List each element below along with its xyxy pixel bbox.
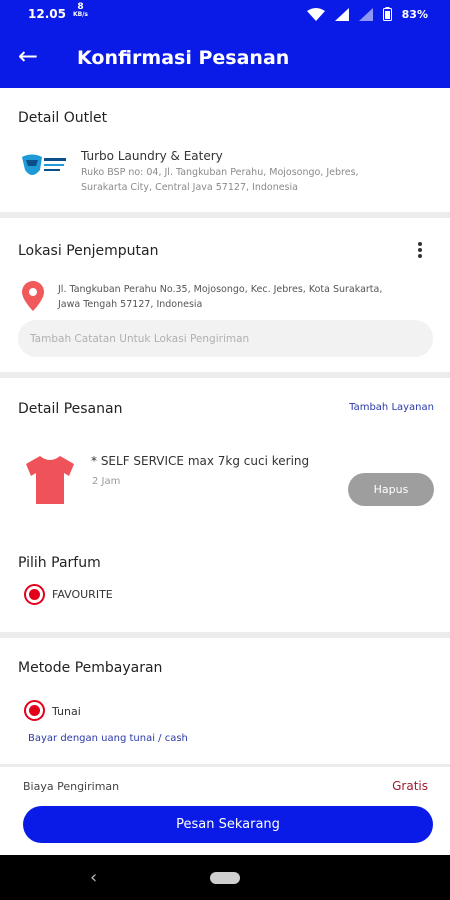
order-now-button[interactable]: Pesan Sekarang — [23, 806, 433, 843]
battery-icon — [382, 7, 392, 21]
nav-home-pill-icon[interactable] — [210, 872, 240, 884]
network-speed: 8 KB/s — [73, 3, 88, 19]
remove-item-button[interactable]: Hapus — [348, 473, 434, 506]
back-arrow-icon[interactable]: ← — [18, 42, 38, 70]
network-speed-unit: KB/s — [73, 11, 88, 18]
tshirt-icon — [26, 456, 74, 504]
pickup-address: Jl. Tangkuban Perahu No.35, Mojosongo, K… — [58, 284, 383, 310]
section-divider — [0, 372, 450, 378]
outlet-address: Ruko BSP no: 04, Jl. Tangkuban Perahu, M… — [81, 167, 359, 193]
perfume-radio-selected[interactable] — [24, 584, 45, 605]
battery-level: 83% — [401, 7, 428, 21]
service-item-duration: 2 Jam — [92, 476, 121, 487]
status-bar: 12.05 8 KB/s 83% — [0, 0, 450, 30]
payment-option-label: Tunai — [52, 705, 81, 718]
section-divider — [0, 764, 450, 767]
payment-description: Bayar dengan uang tunai / cash — [28, 733, 188, 744]
pickup-note-input[interactable] — [18, 320, 433, 357]
shipping-fee-label: Biaya Pengiriman — [23, 780, 120, 793]
perfume-option-label: FAVOURITE — [52, 588, 113, 601]
section-divider — [0, 632, 450, 638]
wifi-icon — [306, 7, 325, 21]
system-nav-bar: ‹ — [0, 855, 450, 900]
order-section-title: Detail Pesanan — [18, 401, 123, 417]
page-title: Konfirmasi Pesanan — [77, 47, 290, 69]
location-pin-icon — [22, 281, 44, 311]
more-options-icon[interactable] — [413, 240, 427, 260]
payment-section-title: Metode Pembayaran — [18, 660, 163, 676]
outlet-logo — [22, 154, 66, 175]
payment-radio-selected[interactable] — [24, 700, 45, 721]
signal-icon — [334, 7, 349, 21]
perfume-section-title: Pilih Parfum — [18, 555, 101, 571]
pickup-section-title: Lokasi Penjemputan — [18, 243, 159, 259]
service-item-name: * SELF SERVICE max 7kg cuci kering — [91, 454, 310, 468]
nav-back-icon[interactable]: ‹ — [90, 867, 97, 888]
outlet-section-title: Detail Outlet — [18, 110, 108, 126]
network-speed-value: 8 — [77, 2, 84, 12]
outlet-name: Turbo Laundry & Eatery — [81, 149, 223, 163]
add-service-link[interactable]: Tambah Layanan — [349, 402, 434, 413]
status-time: 12.05 — [28, 7, 66, 21]
section-divider — [0, 212, 450, 218]
status-icons: 83% — [306, 7, 428, 21]
app-bar: ← Konfirmasi Pesanan — [0, 30, 450, 88]
signal-icon-2 — [358, 7, 373, 21]
shipping-fee-value: Gratis — [392, 779, 428, 793]
